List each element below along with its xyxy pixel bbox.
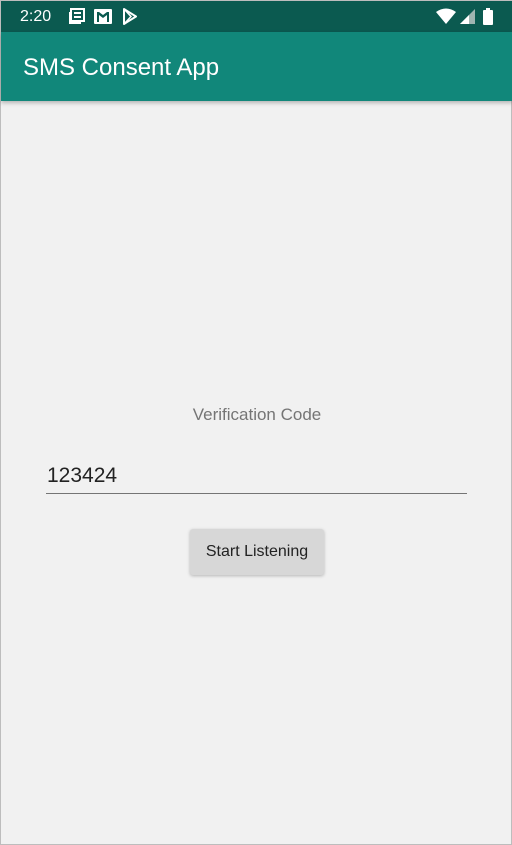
status-bar: 2:20 bbox=[1, 1, 512, 32]
app-screen: 2:20 SMS Consent App Verification Code 1… bbox=[0, 0, 512, 845]
app-title: SMS Consent App bbox=[23, 54, 220, 81]
cell-signal-icon bbox=[460, 9, 475, 24]
news-icon bbox=[69, 8, 85, 24]
app-bar: SMS Consent App bbox=[1, 32, 512, 101]
start-listening-button[interactable]: Start Listening bbox=[190, 529, 324, 575]
status-time: 2:20 bbox=[20, 8, 52, 25]
verification-code-label: Verification Code bbox=[192, 405, 322, 424]
gmail-icon bbox=[94, 9, 112, 24]
play-store-icon bbox=[123, 8, 137, 25]
verification-code-input[interactable] bbox=[46, 458, 467, 494]
battery-icon bbox=[483, 8, 493, 25]
wifi-icon bbox=[436, 8, 456, 24]
